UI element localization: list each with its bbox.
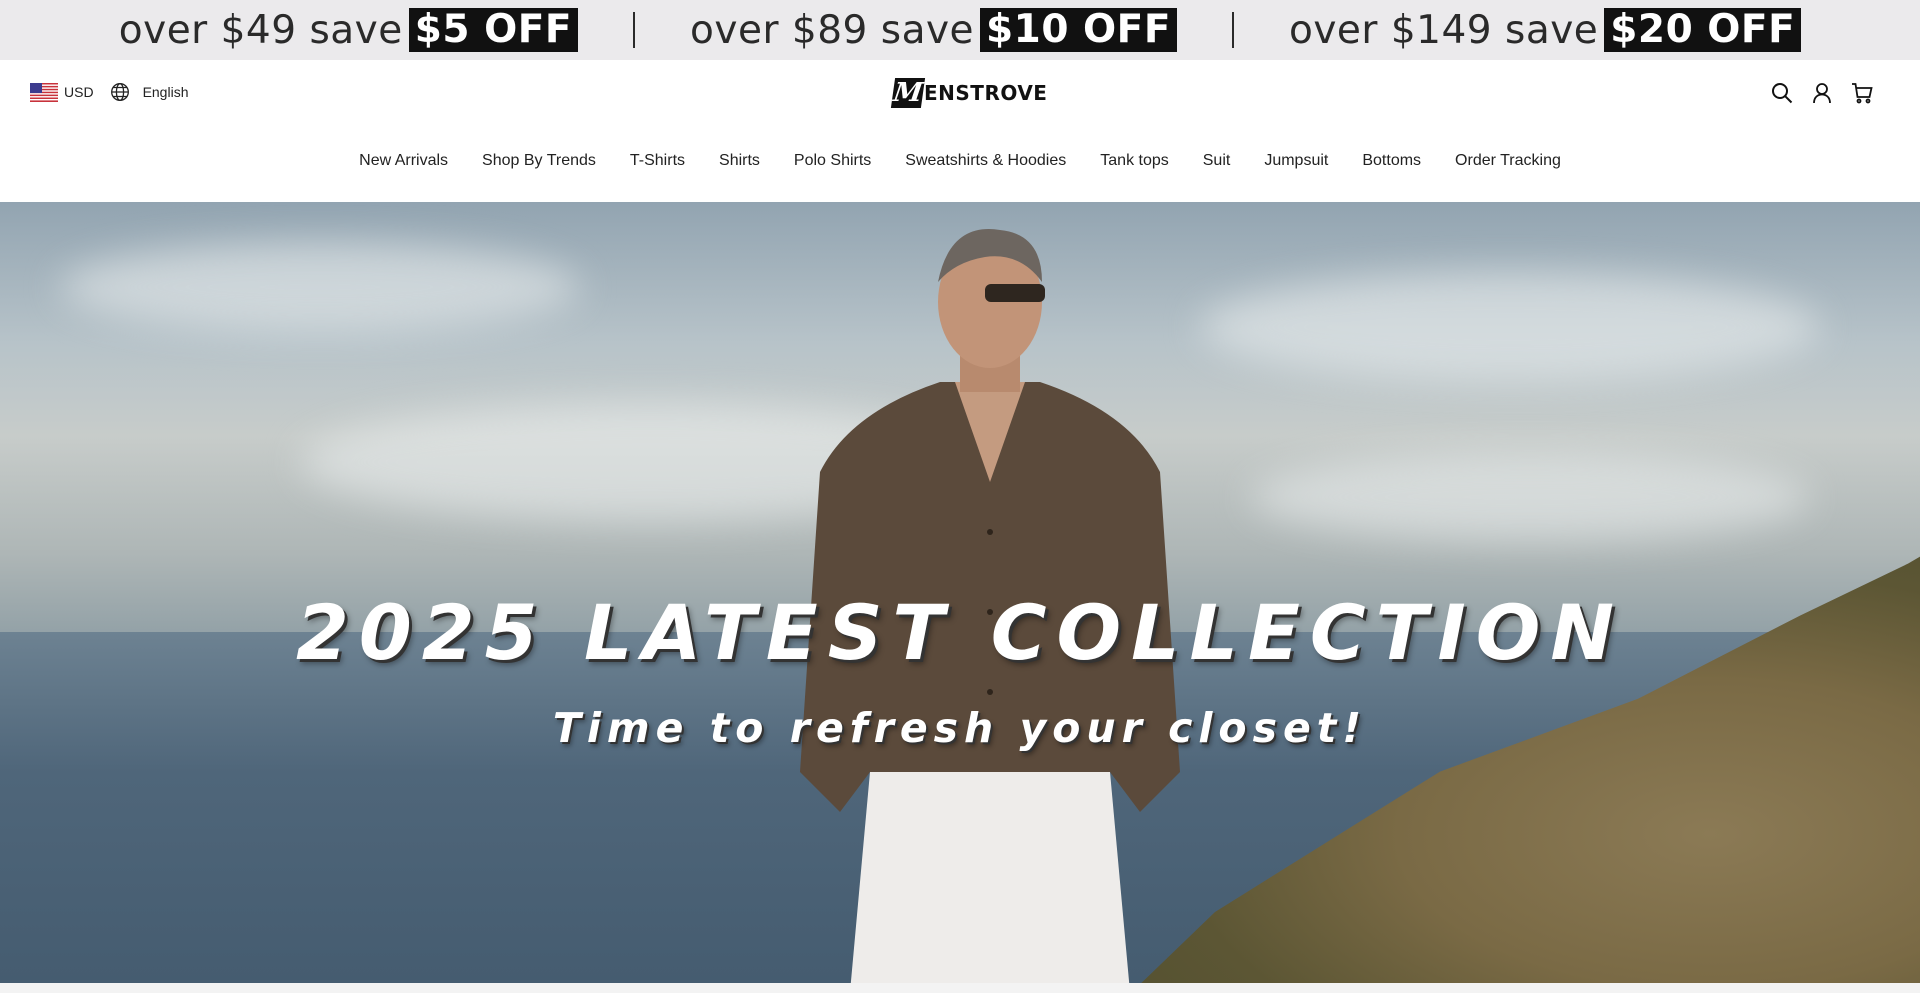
promo-badge: $5 OFF xyxy=(408,8,579,52)
promo-text: over $89 save xyxy=(690,7,975,53)
nav-item-suit[interactable]: Suit xyxy=(1203,152,1231,170)
hero-cloud xyxy=(1200,272,1820,382)
promo-separator xyxy=(633,12,636,48)
currency-label: USD xyxy=(64,84,94,100)
account-icon[interactable] xyxy=(1810,81,1834,105)
us-flag-icon xyxy=(30,82,58,102)
promo-item-3: over $149 save $20 OFF xyxy=(1288,7,1802,53)
promo-badge: $10 OFF xyxy=(980,8,1177,52)
promo-bar[interactable]: over $49 save $5 OFF over $89 save $10 O… xyxy=(0,0,1920,60)
main-nav: New Arrivals Shop By Trends T-Shirts Shi… xyxy=(0,152,1920,170)
nav-item-polo-shirts[interactable]: Polo Shirts xyxy=(794,152,871,170)
hero-title: 2025 LATEST COLLECTION xyxy=(295,588,1624,677)
hero-cloud xyxy=(60,242,580,332)
promo-badge: $20 OFF xyxy=(1604,8,1802,52)
nav-item-shirts[interactable]: Shirts xyxy=(719,152,760,170)
nav-item-t-shirts[interactable]: T-Shirts xyxy=(630,152,685,170)
promo-text: over $149 save xyxy=(1288,7,1599,53)
logo-mark: M xyxy=(890,78,926,108)
page-bottom-strip xyxy=(0,983,1920,993)
nav-item-shop-by-trends[interactable]: Shop By Trends xyxy=(482,152,596,170)
hero-subtitle: Time to refresh your closet! xyxy=(552,704,1368,752)
cart-icon[interactable] xyxy=(1850,81,1874,105)
promo-item-2: over $89 save $10 OFF xyxy=(690,8,1177,53)
language-selector[interactable]: English xyxy=(110,82,189,102)
nav-item-new-arrivals[interactable]: New Arrivals xyxy=(359,152,448,170)
header-actions xyxy=(1754,81,1874,105)
nav-item-jumpsuit[interactable]: Jumpsuit xyxy=(1264,152,1328,170)
language-label: English xyxy=(142,84,189,100)
promo-item-1: over $49 save $5 OFF xyxy=(118,7,579,53)
nav-item-order-tracking[interactable]: Order Tracking xyxy=(1455,152,1561,170)
globe-icon xyxy=(110,83,129,101)
locale-selector: USD English xyxy=(30,82,188,102)
nav-item-tank-tops[interactable]: Tank tops xyxy=(1100,152,1168,170)
hero-cloud xyxy=(1250,452,1810,542)
search-icon[interactable] xyxy=(1770,81,1794,105)
promo-text: over $49 save xyxy=(118,7,403,53)
nav-item-sweatshirts-hoodies[interactable]: Sweatshirts & Hoodies xyxy=(905,152,1066,170)
promo-separator xyxy=(1231,12,1234,48)
currency-selector[interactable]: USD xyxy=(30,82,94,102)
site-header: USD English M ENSTROVE New Arrivals Shop… xyxy=(0,60,1920,202)
hero-banner[interactable]: 2025 LATEST COLLECTION Time to refresh y… xyxy=(0,202,1920,983)
nav-item-bottoms[interactable]: Bottoms xyxy=(1362,152,1421,170)
logo-text: ENSTROVE xyxy=(924,81,1048,105)
brand-logo[interactable]: M ENSTROVE xyxy=(890,78,1048,108)
